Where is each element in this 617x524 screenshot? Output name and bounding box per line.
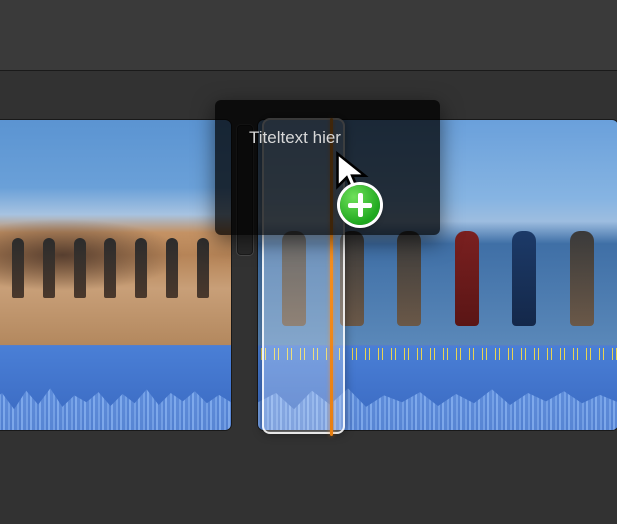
video-clip-1[interactable]	[0, 120, 231, 430]
clip-audio-waveform[interactable]	[258, 345, 617, 430]
timeline[interactable]	[0, 120, 617, 430]
toolbar-area	[0, 0, 617, 70]
clip-thumbnail	[258, 120, 617, 345]
video-clip-2[interactable]	[258, 120, 617, 430]
toolbar-divider	[0, 70, 617, 71]
playhead[interactable]	[330, 118, 333, 436]
transition-handle[interactable]	[237, 125, 253, 255]
clip-audio-waveform[interactable]	[0, 345, 231, 430]
clip-thumbnail	[0, 120, 231, 345]
